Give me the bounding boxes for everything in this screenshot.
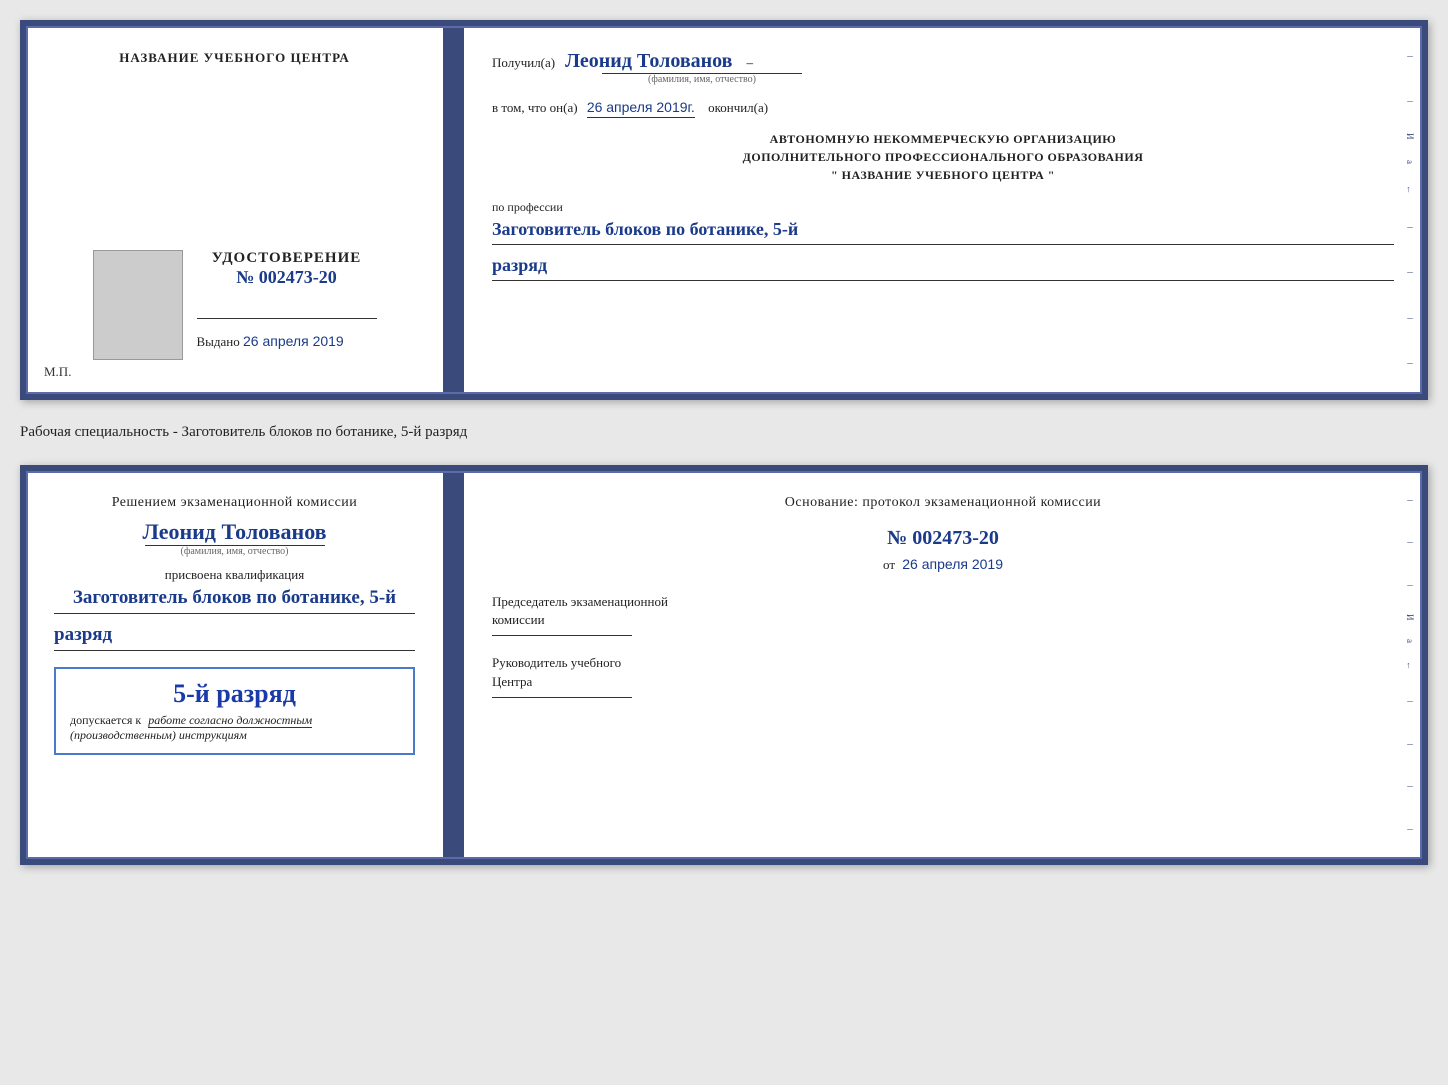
photo-placeholder: [93, 250, 183, 360]
fio-sub-top: (фамилия, имя, отчество): [602, 73, 802, 85]
org-line3: " НАЗВАНИЕ УЧЕБНОГО ЦЕНТРА ": [492, 166, 1394, 184]
allowed-suffix: (производственным) инструкциям: [70, 728, 247, 742]
director-title: Руководитель учебного: [492, 654, 1394, 672]
rank-value: разряд: [492, 255, 1394, 276]
rank-box: 5-й разряд допускается к работе согласно…: [54, 667, 415, 755]
chairman-block: Председатель экзаменационной комиссии: [492, 593, 1394, 636]
director-signature-line: [492, 697, 632, 698]
issued-prefix: Выдано: [197, 334, 240, 349]
rank-bottom: разряд: [54, 624, 415, 646]
confirm-suffix: окончил(а): [708, 100, 768, 115]
protocol-date-value: 26 апреля 2019: [902, 556, 1003, 572]
received-block: Получил(а) Леонид Толованов – (фамилия, …: [492, 50, 1394, 85]
profession-prefix: по профессии: [492, 200, 1394, 215]
specialty-label: Рабочая специальность - Заготовитель бло…: [20, 418, 1428, 447]
top-center-name: НАЗВАНИЕ УЧЕБНОГО ЦЕНТРА: [119, 50, 350, 66]
page-container: НАЗВАНИЕ УЧЕБНОГО ЦЕНТРА УДОСТОВЕРЕНИЕ №…: [20, 20, 1428, 865]
top-left-panel: НАЗВАНИЕ УЧЕБНОГО ЦЕНТРА УДОСТОВЕРЕНИЕ №…: [26, 26, 446, 394]
right-deco-bottom: – – – И а ← – – – –: [1400, 471, 1420, 859]
rank-box-big: 5-й разряд: [70, 679, 399, 709]
fio-sub-bottom: (фамилия, имя, отчество): [145, 545, 325, 557]
person-name-bottom: Леонид Толованов: [54, 519, 415, 545]
bottom-right-panel: Основание: протокол экзаменационной коми…: [464, 471, 1422, 859]
director-title2: Центра: [492, 673, 1394, 691]
allowed-prefix: допускается к: [70, 713, 141, 727]
protocol-date-prefix: от: [883, 557, 895, 572]
chairman-signature-line: [492, 635, 632, 636]
qualification-value: Заготовитель блоков по ботанике, 5-й: [54, 587, 415, 609]
confirm-text: в том, что он(а): [492, 100, 578, 115]
bottom-document: Решением экзаменационной комиссии Леонид…: [20, 465, 1428, 865]
issued-date-value: 26 апреля 2019: [243, 333, 344, 349]
profession-block: по профессии Заготовитель блоков по бота…: [492, 200, 1394, 281]
chairman-title2: комиссии: [492, 611, 1394, 629]
profession-value: Заготовитель блоков по ботанике, 5-й: [492, 219, 1394, 240]
mp-label: М.П.: [44, 364, 71, 380]
confirm-line: в том, что он(а) 26 апреля 2019г. окончи…: [492, 99, 1394, 116]
top-document: НАЗВАНИЕ УЧЕБНОГО ЦЕНТРА УДОСТОВЕРЕНИЕ №…: [20, 20, 1428, 400]
cert-number: № 002473-20: [197, 267, 377, 288]
director-block: Руководитель учебного Центра: [492, 654, 1394, 697]
org-line1: АВТОНОМНУЮ НЕКОММЕРЧЕСКУЮ ОРГАНИЗАЦИЮ: [492, 130, 1394, 148]
commission-title: Решением экзаменационной комиссии: [54, 495, 415, 511]
protocol-date: от 26 апреля 2019: [492, 556, 1394, 573]
confirm-date: 26 апреля 2019г.: [587, 99, 695, 118]
org-line2: ДОПОЛНИТЕЛЬНОГО ПРОФЕССИОНАЛЬНОГО ОБРАЗО…: [492, 148, 1394, 166]
received-name: Леонид Толованов: [565, 50, 732, 73]
spine-top: [446, 26, 464, 394]
received-prefix: Получил(а): [492, 55, 555, 70]
allowed-block: допускается к работе согласно должностны…: [70, 713, 399, 743]
right-deco-top: – – И а ← – – – –: [1400, 26, 1420, 394]
spine-bottom: [446, 471, 464, 859]
protocol-number: № 002473-20: [492, 527, 1394, 550]
basis-title: Основание: протокол экзаменационной коми…: [492, 495, 1394, 511]
top-right-panel: Получил(а) Леонид Толованов – (фамилия, …: [464, 26, 1422, 394]
qualification-prefix: присвоена квалификация: [54, 567, 415, 583]
issued-date: Выдано 26 апреля 2019: [197, 333, 377, 350]
allowed-underline: работе согласно должностным: [148, 713, 312, 728]
org-block: АВТОНОМНУЮ НЕКОММЕРЧЕСКУЮ ОРГАНИЗАЦИЮ ДО…: [492, 130, 1394, 184]
chairman-title: Председатель экзаменационной: [492, 593, 1394, 611]
bottom-left-panel: Решением экзаменационной комиссии Леонид…: [26, 471, 446, 859]
cert-title: УДОСТОВЕРЕНИЕ: [197, 250, 377, 267]
